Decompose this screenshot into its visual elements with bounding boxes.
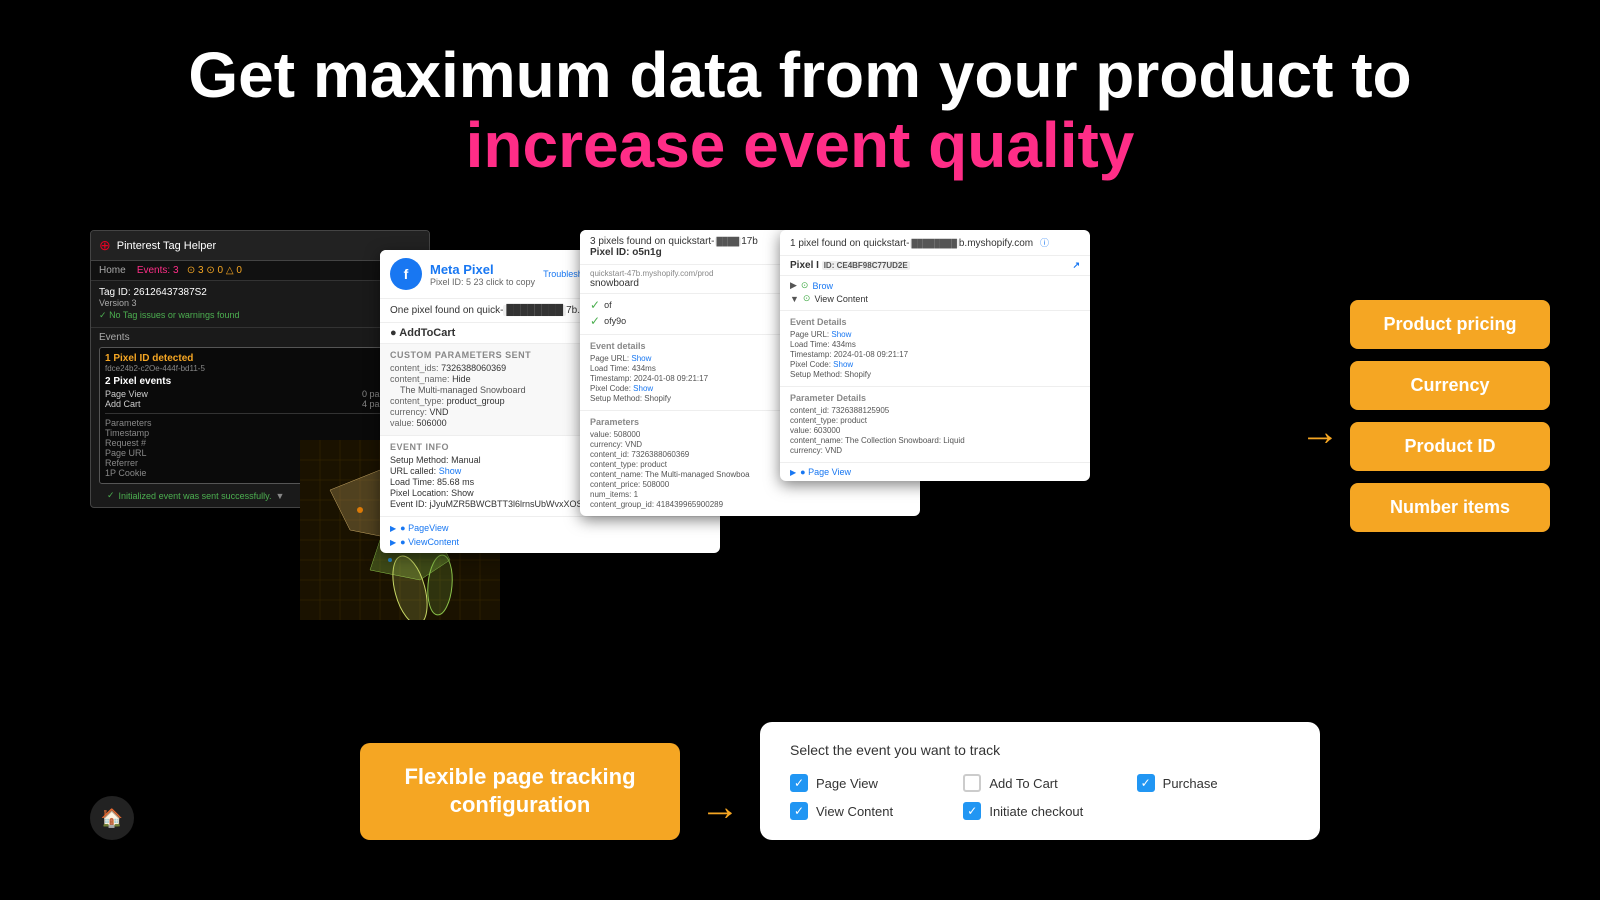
purchase-label: Purchase	[1163, 776, 1218, 791]
center-content-price-row: content_price: 508000	[590, 480, 910, 489]
params-title: Parameters	[105, 418, 415, 428]
center-page-url-link[interactable]: Show	[631, 354, 651, 363]
view-content-item: ● ViewContent	[390, 535, 710, 549]
center-pixel-code-link[interactable]: Show	[633, 384, 653, 393]
right-labels-section: Product pricing Currency Product ID Numb…	[1350, 300, 1550, 532]
flex-tracking-badge: Flexible page tracking configuration	[360, 743, 680, 840]
home-button[interactable]: 🏠	[90, 796, 134, 840]
events-count: Events: 3	[137, 265, 179, 276]
headline-line2: increase event quality	[466, 109, 1135, 181]
initiate-checkout-item: ✓ Initiate checkout	[963, 802, 1116, 820]
right-currency-row: currency: VND	[790, 446, 1080, 455]
right-param-details-title: Parameter Details	[790, 393, 1080, 403]
initiate-checkout-label: Initiate checkout	[989, 804, 1083, 819]
select-event-panel: Select the event you want to track ✓ Pag…	[760, 722, 1320, 840]
page-view-checkbox[interactable]: ✓	[790, 774, 808, 792]
meta-title: Meta Pixel	[430, 262, 535, 277]
right-page-view-section: ● Page View	[780, 462, 1090, 481]
add-to-cart-item: Add To Cart	[963, 774, 1116, 792]
right-pixel-id-val: ID: CE4BF98C77UD2E	[822, 261, 910, 270]
product-id-badge: Product ID	[1350, 422, 1550, 471]
flex-arrow-icon: →	[700, 785, 740, 830]
right-content-name-row: content_name: The Collection Snowboard: …	[790, 436, 1080, 445]
select-event-grid: ✓ Page View Add To Cart ✓ Purchase ✓ Vie…	[790, 774, 1290, 820]
pinterest-logo-icon: ⊕	[99, 237, 111, 254]
home-icon: 🏠	[101, 808, 123, 829]
right-expand-rows: ▶ ⊙ Brow ▼ ⊙ View Content	[780, 276, 1090, 310]
currency-badge: Currency	[1350, 361, 1550, 410]
no-issues-msg: ✓ No Tag issues or warnings found	[99, 310, 421, 321]
right-one-pixel-found: 1 pixel found on quickstart-████████b.my…	[790, 236, 1080, 249]
version-label: Version 3	[99, 298, 137, 308]
right-content-type-row: content_type: product	[790, 416, 1080, 425]
right-pixel-id: Pixel I ID: CE4BF98C77UD2E ↗	[780, 256, 1090, 276]
check-icon-2: ✓	[590, 314, 600, 328]
right-event-details: Event Details Page URL: Show Load Time: …	[780, 310, 1090, 386]
pinterest-nav: Home Events: 3 ⊙ 3 ⊙ 0 △ 0	[91, 261, 429, 281]
add-to-cart-label: Add To Cart	[989, 776, 1057, 791]
page-view-item: ● PageView	[390, 521, 710, 535]
page-view-item: ✓ Page View	[790, 774, 943, 792]
page-views-section: ● PageView ● ViewContent	[380, 516, 720, 553]
pixel-detected-title: 1 Pixel ID detected	[105, 353, 415, 364]
right-pixel-code-link[interactable]: Show	[833, 360, 853, 369]
right-pixel-code-row: Pixel Code: Show	[790, 360, 1080, 369]
view-content-checkbox[interactable]: ✓	[790, 802, 808, 820]
headline-line1: Get maximum data from your product to	[188, 39, 1411, 111]
purchase-item: ✓ Purchase	[1137, 774, 1290, 792]
right-content-id-row: content_id: 7326388125905	[790, 406, 1080, 415]
add-cart-row: Add Cart 4 parameters	[105, 399, 415, 409]
right-arrow-icon: →	[1300, 410, 1340, 455]
tag-id: Tag ID: 26126437387S2	[99, 287, 421, 298]
initiate-checkout-checkbox[interactable]: ✓	[963, 802, 981, 820]
pinterest-header: ⊕ Pinterest Tag Helper	[91, 231, 429, 261]
url-called-link[interactable]: Show	[439, 466, 462, 476]
external-link-icon[interactable]: ↗	[1072, 260, 1080, 271]
right-event-details-title: Event Details	[790, 317, 1080, 327]
pixel-events-label: 2 Pixel events	[105, 376, 415, 387]
home-nav[interactable]: Home	[99, 265, 126, 276]
select-event-title: Select the event you want to track	[790, 742, 1290, 758]
right-param-details: Parameter Details content_id: 7326388125…	[780, 386, 1090, 462]
meta-pixel-id-sub: Pixel ID: 5 23 click to copy	[430, 277, 535, 287]
center-content-group-id-row: content_group_id: 418439965900289	[590, 500, 910, 509]
view-content-expand[interactable]: ▼ ⊙ View Content	[790, 293, 1080, 304]
right-setup-method-row: Setup Method: Shopify	[790, 370, 1080, 379]
view-content-item: ✓ View Content	[790, 802, 943, 820]
timestamp-row: Timestamp 1/18/202	[105, 428, 415, 438]
meta-info: Meta Pixel Pixel ID: 5 23 click to copy	[430, 262, 535, 287]
right-page-view-item: ● Page View	[790, 467, 1080, 477]
warning-icons: ⊙ 3 ⊙ 0 △ 0	[187, 265, 242, 276]
pixel-hash: fdce24b2-c2Oe-444f-bd11-5	[105, 364, 415, 373]
product-pricing-badge: Product pricing	[1350, 300, 1550, 349]
bottom-section: Flexible page tracking configuration → S…	[0, 722, 1600, 840]
page-view-label: Page View	[816, 776, 878, 791]
number-items-badge: Number items	[1350, 483, 1550, 532]
browse-expand[interactable]: ▶ ⊙ Brow	[790, 280, 1080, 291]
pinterest-title: Pinterest Tag Helper	[117, 240, 216, 252]
tag-section: Tag ID: 26126437387S2 Version 3 ✓ No Tag…	[91, 281, 429, 328]
purchase-checkbox[interactable]: ✓	[1137, 774, 1155, 792]
view-content-label: View Content	[816, 804, 893, 819]
right-timestamp-row: Timestamp: 2024-01-08 09:21:17	[790, 350, 1080, 359]
right-page-url-row: Page URL: Show	[790, 330, 1080, 339]
right-page-url-link[interactable]: Show	[831, 330, 851, 339]
right-pixel-panel: 1 pixel found on quickstart-████████b.my…	[780, 230, 1090, 481]
page-view-row: Page View 0 parameters	[105, 389, 415, 399]
add-to-cart-checkbox[interactable]	[963, 774, 981, 792]
right-pixel-header: 1 pixel found on quickstart-████████b.my…	[780, 230, 1090, 256]
content-area: ⊕ Pinterest Tag Helper Home Events: 3 ⊙ …	[0, 220, 1600, 900]
right-load-time-row: Load Time: 434ms	[790, 340, 1080, 349]
meta-logo: f	[390, 258, 422, 290]
right-value-row: value: 603000	[790, 426, 1080, 435]
events-title: Events	[99, 332, 421, 343]
check-icon-1: ✓	[590, 298, 600, 312]
headline-section: Get maximum data from your product to in…	[0, 0, 1600, 201]
center-num-items-row: num_items: 1	[590, 490, 910, 499]
